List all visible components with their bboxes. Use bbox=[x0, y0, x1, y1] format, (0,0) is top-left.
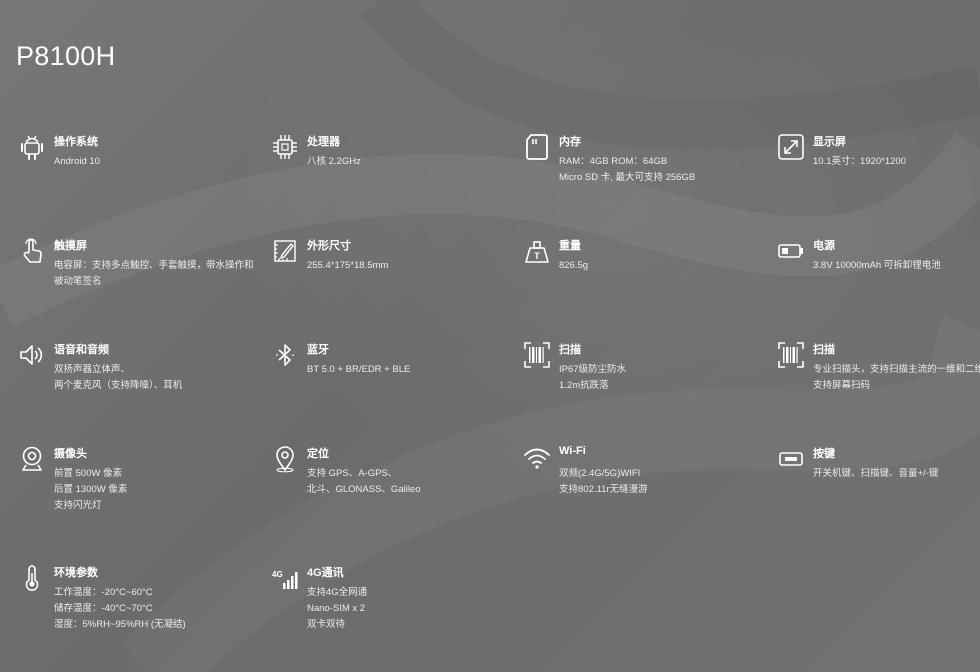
spec-title: 定位 bbox=[307, 448, 329, 460]
spec-value-line: Nano-SIM x 2 bbox=[307, 603, 366, 614]
spec-title: 扫描 bbox=[559, 344, 581, 356]
spec-value-line: IP67级防尘防水 bbox=[559, 364, 627, 375]
spec-title: 显示屏 bbox=[813, 136, 846, 148]
spec-title: 环境参数 bbox=[54, 567, 98, 579]
spec-value-line: 电容屏：支持多点触控、手套触摸，带水操作和被动笔签名 bbox=[54, 260, 254, 287]
weight-icon: T bbox=[523, 237, 551, 265]
spec-title: 蓝牙 bbox=[307, 344, 329, 356]
spec-value-line: 支持802.11r无缝漫游 bbox=[559, 484, 648, 495]
spec-values: 专业扫描头，支持扫描主流的一维和二维码 支持屏幕扫码 bbox=[813, 362, 980, 394]
background-waves bbox=[0, 0, 980, 327]
spec-value-line: 开关机键、扫描键、音量+/-键 bbox=[813, 468, 939, 479]
spec-values: 前置 500W 像素 后置 1300W 像素 支持闪光灯 bbox=[54, 466, 127, 514]
spec-title: 触摸屏 bbox=[54, 240, 87, 252]
spec-values: 八核 2.2GHz bbox=[307, 154, 361, 170]
spec-value-line: 1.2m抗跌落 bbox=[559, 380, 609, 391]
spec-title: 重量 bbox=[559, 240, 581, 252]
spec-value-line: 储存温度：-40°C~70°C bbox=[54, 603, 153, 614]
android-icon bbox=[18, 133, 46, 161]
battery-icon bbox=[777, 237, 805, 265]
spec-value-line: 826.5g bbox=[559, 260, 589, 271]
spec-title: 外形尺寸 bbox=[307, 240, 351, 252]
spec-value-line: Android 10 bbox=[54, 156, 100, 167]
spec-value-line: Micro SD 卡, 最大可支持 256GB bbox=[559, 172, 696, 183]
resize-arrows-icon bbox=[777, 133, 805, 161]
page-title: P8100H bbox=[16, 41, 116, 71]
spec-value-line: 支持闪光灯 bbox=[54, 500, 102, 511]
wifi-icon bbox=[523, 445, 551, 473]
spec-title: 4G通讯 bbox=[307, 567, 344, 579]
spec-values: 开关机键、扫描键、音量+/-键 bbox=[813, 466, 938, 482]
spec-value-line: 双卡双待 bbox=[307, 619, 346, 630]
signal-4g-icon: 4G bbox=[271, 564, 299, 592]
icon-label: 4G bbox=[272, 570, 283, 579]
spec-value-line: 双频(2.4G/5G)WIFI bbox=[559, 468, 641, 479]
spec-values: 双频(2.4G/5G)WIFI 支持802.11r无缝漫游 bbox=[559, 466, 648, 498]
spec-value-line: 支持 GPS、A-GPS、 bbox=[307, 468, 398, 479]
spec-value-line: 工作温度：-20°C~60°C bbox=[54, 587, 153, 598]
spec-title: 处理器 bbox=[307, 136, 340, 148]
spec-value-line: BT 5.0 + BR/EDR + BLE bbox=[307, 364, 411, 375]
spec-title: 操作系统 bbox=[54, 136, 98, 148]
spec-value-line: 3.8V 10000mAh 可拆卸锂电池 bbox=[813, 260, 941, 271]
spec-values: 电容屏：支持多点触控、手套触摸，带水操作和被动笔签名 bbox=[54, 258, 260, 290]
spec-values: IP67级防尘防水 1.2m抗跌落 bbox=[559, 362, 626, 394]
location-pin-icon bbox=[271, 445, 299, 473]
spec-value-line: 两个麦克风（支持降噪）、耳机 bbox=[54, 380, 183, 391]
spec-value-line: 北斗、GLONASS、Galileo bbox=[307, 484, 421, 495]
barcode-scan-icon bbox=[523, 341, 551, 369]
speaker-icon bbox=[18, 341, 46, 369]
spec-values: Android 10 bbox=[54, 154, 100, 170]
spec-value-line: 10.1英寸：1920*1200 bbox=[813, 156, 906, 167]
spec-value-line: 双扬声器立体声、 bbox=[54, 364, 131, 375]
spec-title: 语音和音频 bbox=[54, 344, 109, 356]
spec-title: 内存 bbox=[559, 136, 581, 148]
spec-title: 电源 bbox=[813, 240, 835, 252]
spec-values: 10.1英寸：1920*1200 bbox=[813, 154, 906, 170]
spec-values: 3.8V 10000mAh 可拆卸锂电池 bbox=[813, 258, 941, 274]
spec-title: 扫描 bbox=[813, 344, 835, 356]
spec-values: BT 5.0 + BR/EDR + BLE bbox=[307, 362, 410, 378]
spec-value-line: 后置 1300W 像素 bbox=[54, 484, 128, 495]
barcode-scan-icon bbox=[777, 341, 805, 369]
spec-title: Wi-Fi bbox=[559, 445, 586, 457]
spec-value-line: 专业扫描头，支持扫描主流的一维和二维码 bbox=[813, 364, 980, 375]
ruler-pencil-icon bbox=[271, 237, 299, 265]
sd-card-icon bbox=[523, 133, 551, 161]
spec-value-line: RAM：4GB ROM：64GB bbox=[559, 156, 668, 167]
spec-values: 826.5g bbox=[559, 258, 588, 274]
spec-title: 摄像头 bbox=[54, 448, 87, 460]
spec-value-line: 八核 2.2GHz bbox=[307, 156, 361, 167]
spec-value-line: 支持屏幕扫码 bbox=[813, 380, 871, 391]
webcam-icon bbox=[18, 445, 46, 473]
spec-values: RAM：4GB ROM：64GB Micro SD 卡, 最大可支持 256GB bbox=[559, 154, 695, 186]
spec-values: 支持4G全网通 Nano-SIM x 2 双卡双待 bbox=[307, 585, 367, 633]
thermometer-icon bbox=[18, 564, 46, 592]
spec-value-line: 湿度：5%RH~95%RH (无凝结) bbox=[54, 619, 186, 630]
spec-value-line: 255.4*175*18.5mm bbox=[307, 260, 389, 271]
spec-title: 按键 bbox=[813, 448, 835, 460]
svg-text:T: T bbox=[534, 251, 540, 261]
touch-hand-icon bbox=[18, 237, 46, 265]
spec-values: 支持 GPS、A-GPS、北斗、GLONASS、Galileo bbox=[307, 466, 421, 498]
spec-value-line: 前置 500W 像素 bbox=[54, 468, 123, 479]
bluetooth-icon bbox=[271, 341, 299, 369]
cpu-chip-icon bbox=[271, 133, 299, 161]
spec-values: 工作温度：-20°C~60°C 储存温度：-40°C~70°C 湿度：5%RH~95… bbox=[54, 585, 186, 633]
spec-value-line: 支持4G全网通 bbox=[307, 587, 368, 598]
spec-values: 双扬声器立体声、两个麦克风（支持降噪）、耳机 bbox=[54, 362, 182, 394]
background bbox=[0, 0, 980, 672]
key-button-icon bbox=[777, 445, 805, 473]
spec-values: 255.4*175*18.5mm bbox=[307, 258, 388, 274]
